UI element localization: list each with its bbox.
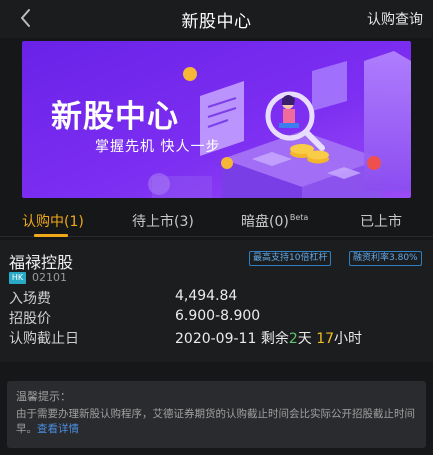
remaining-prefix: 剩余 <box>260 331 289 347</box>
market-badge: HK <box>9 272 26 284</box>
notice-body: 由于需要办理新股认购程序，艾德证券期货的认购截止时间会比实际公开招股截止时间早。… <box>16 407 419 437</box>
days-unit: 天 <box>297 331 312 347</box>
ipo-tabs: 认购中(1) 待上市(3) 暗盘(0)Beta 已上市 <box>0 203 433 237</box>
tab-subscribing[interactable]: 认购中(1) <box>22 211 84 231</box>
financing-rate-tag: 融资利率3.80% <box>349 251 422 266</box>
ipo-stock-card[interactable]: 福禄控股 HK 02101 最高支持10倍杠杆 融资利率3.80% 入场费 4,… <box>0 240 433 362</box>
hours-unit: 小时 <box>334 331 363 347</box>
beta-badge: Beta <box>289 213 309 223</box>
banner-title: 新股中心 <box>51 99 179 135</box>
remaining-days: 2 <box>288 331 298 347</box>
deadline-value: 2020-09-11 剩余2天 17小时 <box>175 328 362 348</box>
view-details-link[interactable]: 查看详情 <box>37 423 79 435</box>
banner-subtitle: 掌握先机 快人一步 <box>95 139 221 155</box>
entry-fee-label: 入场费 <box>9 291 51 307</box>
tab-listed[interactable]: 已上市 <box>360 211 402 231</box>
subscription-query-link[interactable]: 认购查询 <box>367 9 423 29</box>
stock-name: 福禄控股 <box>9 253 74 272</box>
offer-price-value: 6.900-8.900 <box>175 308 261 324</box>
top-bar: 新股中心 认购查询 <box>0 0 433 38</box>
offer-price-label: 招股价 <box>9 311 51 327</box>
active-tab-indicator <box>34 234 68 237</box>
entry-fee-value: 4,494.84 <box>175 288 238 304</box>
tab-grey-market[interactable]: 暗盘(0)Beta <box>241 211 308 231</box>
tab-grey-market-label: 暗盘(0) <box>241 214 289 230</box>
deadline-label: 认购截止日 <box>9 331 79 347</box>
remaining-hours: 17 <box>316 331 335 347</box>
notice-box: 温馨提示： 由于需要办理新股认购程序，艾德证券期货的认购截止时间会比实际公开招股… <box>7 381 426 448</box>
promo-banner[interactable]: 新股中心 掌握先机 快人一步 <box>22 41 411 198</box>
leverage-tag: 最高支持10倍杠杆 <box>249 251 332 266</box>
notice-title: 温馨提示： <box>16 390 71 403</box>
stock-code: 02101 <box>32 271 67 284</box>
deadline-date: 2020-09-11 <box>175 331 257 347</box>
tab-pending-listing[interactable]: 待上市(3) <box>132 211 194 231</box>
